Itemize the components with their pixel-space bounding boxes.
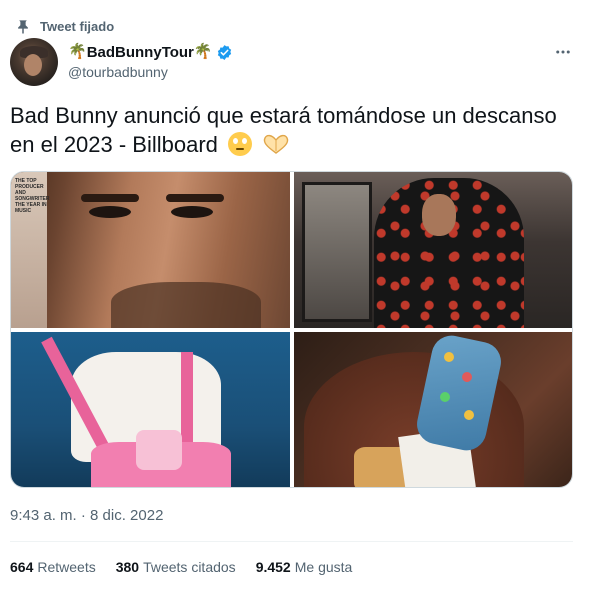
- media-photo-1[interactable]: THE TOP PRODUCER AND SONGWRITER THE YEAR…: [11, 172, 290, 328]
- handle[interactable]: @tourbadbunny: [68, 64, 233, 80]
- palm-emoji-left: 🌴: [68, 43, 87, 60]
- likes-label: Me gusta: [294, 559, 353, 575]
- pinned-label: Tweet fijado: [40, 18, 115, 34]
- media-photo-2[interactable]: [294, 172, 572, 328]
- media-photo-4[interactable]: [294, 332, 572, 487]
- timestamp[interactable]: 9:43 a. m. · 8 dic. 2022: [10, 507, 163, 524]
- engagement-stats: 664 Retweets 380 Tweets citados 9.452 Me…: [10, 559, 372, 575]
- pin-icon: [18, 20, 28, 34]
- divider: [10, 541, 573, 542]
- retweets-label: Retweets: [37, 559, 96, 575]
- quotes-label: Tweets citados: [143, 559, 236, 575]
- likes-stat[interactable]: 9.452 Me gusta: [256, 559, 353, 575]
- display-name[interactable]: BadBunnyTour: [87, 44, 194, 61]
- media-photo-3[interactable]: [11, 332, 290, 487]
- palm-emoji-right: 🌴: [193, 43, 213, 60]
- quotes-count: 380: [115, 559, 140, 575]
- pinned-indicator: Tweet fijado: [10, 16, 114, 36]
- more-options-button[interactable]: [553, 42, 573, 62]
- verified-badge-icon: [217, 44, 231, 60]
- tweet-text-block: Bad Bunny anunció que estará tomándose u…: [10, 101, 570, 159]
- avatar[interactable]: [10, 38, 58, 86]
- author-block: 🌴 BadBunnyTour 🌴 @tourbadbunny: [68, 42, 233, 80]
- retweets-stat[interactable]: 664 Retweets: [10, 559, 96, 575]
- more-options-icon: [556, 50, 570, 54]
- media-grid: THE TOP PRODUCER AND SONGWRITER THE YEAR…: [10, 171, 573, 488]
- heart-hands-emoji-icon: [263, 134, 289, 154]
- likes-count: 9.452: [255, 559, 291, 575]
- display-name-row[interactable]: 🌴 BadBunnyTour 🌴: [68, 42, 233, 62]
- retweets-count: 664: [10, 559, 34, 575]
- magazine-cover-text: THE TOP PRODUCER AND SONGWRITER THE YEAR…: [15, 178, 50, 214]
- magazine-cover-strip: THE TOP PRODUCER AND SONGWRITER THE YEAR…: [11, 172, 50, 328]
- quotes-stat[interactable]: 380 Tweets citados: [116, 559, 236, 575]
- rolling-eyes-emoji-icon: [228, 132, 253, 156]
